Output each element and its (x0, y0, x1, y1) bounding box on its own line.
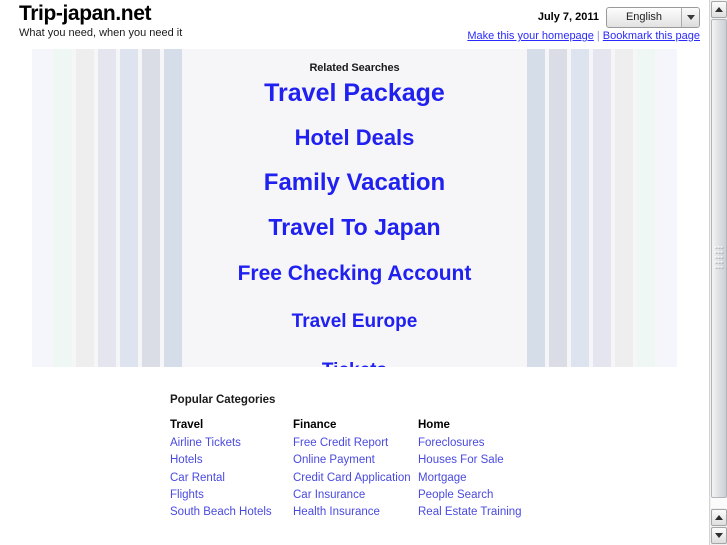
category-link[interactable]: Real Estate Training (418, 504, 541, 521)
vertical-scrollbar[interactable] (709, 0, 727, 545)
category-link[interactable]: Flights (170, 487, 293, 504)
related-search-link[interactable]: Tickets (32, 361, 677, 367)
category-link[interactable]: Free Credit Report (293, 435, 418, 452)
category-link[interactable]: People Search (418, 487, 541, 504)
category-heading: Home (418, 419, 450, 431)
category-column: Home Foreclosures Houses For Sale Mortgage P… (418, 419, 541, 521)
category-link[interactable]: Mortgage (418, 470, 541, 487)
category-link[interactable]: Houses For Sale (418, 452, 541, 469)
category-link[interactable]: Hotels (170, 452, 293, 469)
related-searches-content: Related Searches Travel Package Hotel Dea… (32, 49, 677, 367)
category-heading: Travel (170, 419, 204, 431)
scroll-up-button-top[interactable] (711, 1, 727, 18)
category-heading: Finance (293, 419, 337, 431)
category-link[interactable]: Car Rental (170, 470, 293, 487)
category-link[interactable]: Credit Card Application (293, 470, 418, 487)
scrollbar-track[interactable] (711, 19, 727, 508)
related-searches-heading: Related Searches (309, 62, 400, 74)
related-search-link[interactable]: Hotel Deals (32, 127, 677, 161)
header-right-area: July 7, 2011 English Make this your home… (467, 6, 700, 42)
related-search-link[interactable]: Travel To Japan (32, 216, 677, 250)
bookmark-page-link[interactable]: Bookmark this page (603, 30, 700, 42)
popular-categories-heading: Popular Categories (170, 394, 276, 406)
related-search-link[interactable]: Travel Package (32, 81, 677, 115)
page-content: Trip-japan.net What you need, when you n… (0, 0, 709, 545)
triangle-up-icon (715, 515, 723, 520)
site-title: Trip-japan.net (19, 2, 152, 25)
category-link[interactable]: Foreclosures (418, 435, 541, 452)
related-search-link[interactable]: Family Vacation (32, 171, 677, 205)
site-tagline: What you need, when you need it (19, 27, 183, 39)
scrollbar-grip-icon (714, 245, 724, 272)
related-searches-list: Travel Package Hotel Deals Family Vacation… (32, 81, 677, 368)
scroll-down-button[interactable] (711, 527, 727, 544)
popular-categories-section: Popular Categories Travel Airline Tickets… (170, 394, 600, 521)
language-select-value: English (625, 11, 663, 23)
current-date: July 7, 2011 (537, 11, 599, 23)
category-link[interactable]: Car Insurance (293, 487, 418, 504)
page-header: Trip-japan.net What you need, when you n… (0, 0, 709, 42)
site-branding: Trip-japan.net What you need, when you n… (19, 3, 182, 40)
category-column: Finance Free Credit Report Online Payment C… (293, 419, 418, 521)
category-link[interactable]: Online Payment (293, 452, 418, 469)
popular-categories-columns: Travel Airline Tickets Hotels Car Rental Fli… (170, 419, 600, 521)
triangle-down-icon (715, 533, 723, 538)
make-homepage-link[interactable]: Make this your homepage (467, 30, 594, 42)
scrollbar-thumb[interactable] (711, 19, 727, 498)
related-search-link[interactable]: Travel Europe (32, 312, 677, 346)
category-link[interactable]: South Beach Hotels (170, 504, 293, 521)
triangle-up-icon (715, 7, 723, 12)
related-search-link[interactable]: Free Checking Account (32, 263, 677, 297)
related-searches-banner: Related Searches Travel Package Hotel Dea… (32, 49, 677, 367)
category-link[interactable]: Airline Tickets (170, 435, 293, 452)
category-link[interactable]: Health Insurance (293, 504, 418, 521)
date-and-language-row: July 7, 2011 English (467, 6, 700, 28)
language-select[interactable]: English (606, 6, 700, 28)
category-column: Travel Airline Tickets Hotels Car Rental Fli… (170, 419, 293, 521)
header-links: Make this your homepage | Bookmark this pa… (467, 30, 700, 42)
chevron-down-icon (681, 7, 699, 27)
scroll-up-button-bottom[interactable] (711, 509, 727, 526)
header-link-separator: | (596, 30, 600, 42)
